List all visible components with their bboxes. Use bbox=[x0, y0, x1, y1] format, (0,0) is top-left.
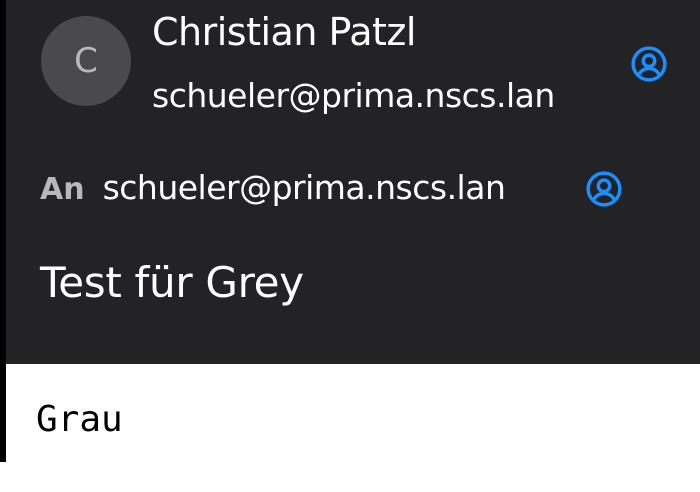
recipient-email[interactable]: schueler@prima.nscs.lan bbox=[103, 168, 506, 207]
message-header: C Christian Patzl schueler@prima.nscs.la… bbox=[6, 0, 700, 364]
sender-name[interactable]: Christian Patzl bbox=[152, 10, 416, 54]
recipients-row: An schueler@prima.nscs.lan bbox=[40, 168, 506, 207]
sender-email[interactable]: schueler@prima.nscs.lan bbox=[152, 76, 555, 115]
avatar-initial: C bbox=[74, 41, 98, 81]
message-subject: Test für Grey bbox=[40, 258, 304, 307]
to-label: An bbox=[40, 172, 85, 207]
contact-card-icon[interactable] bbox=[630, 45, 668, 83]
message-body-text: Grau bbox=[36, 399, 123, 440]
message-body[interactable]: Grau bbox=[6, 364, 700, 462]
sender-avatar[interactable]: C bbox=[41, 16, 131, 106]
email-reading-pane: C Christian Patzl schueler@prima.nscs.la… bbox=[0, 0, 700, 492]
contact-card-icon[interactable] bbox=[585, 170, 623, 208]
